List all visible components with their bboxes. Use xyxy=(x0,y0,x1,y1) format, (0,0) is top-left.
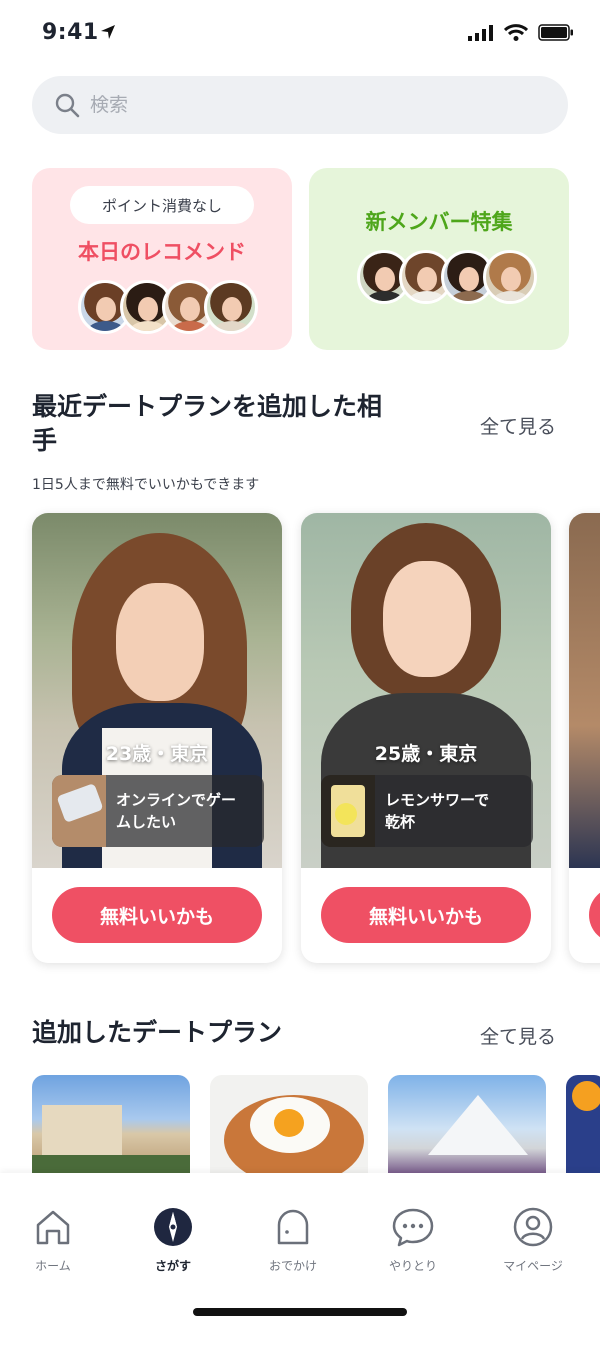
avatar xyxy=(204,280,258,334)
recent-title-line1: 最近デートプランを追加した相 xyxy=(32,392,383,421)
plans-see-all-link[interactable]: 全て見る xyxy=(480,1022,556,1049)
recommend-card[interactable]: ポイント消費なし 本日のレコメンド xyxy=(32,168,292,350)
tab-outing[interactable]: おでかけ xyxy=(243,1207,343,1274)
profile-age-location: 23歳・東京 xyxy=(105,743,209,765)
status-time: 9:41 xyxy=(42,20,99,45)
date-plan-chip: オンラインでゲー ムしたい xyxy=(52,775,264,847)
tab-label: おでかけ xyxy=(268,1259,317,1273)
search-bar[interactable] xyxy=(32,76,568,134)
tab-label: マイページ xyxy=(503,1259,563,1273)
date-plan-thumbnail[interactable] xyxy=(210,1075,368,1173)
tab-home[interactable]: ホーム xyxy=(3,1207,103,1274)
free-like-button[interactable]: 無料いいかも xyxy=(321,887,531,943)
plan-text-line2: 乾杯 xyxy=(385,813,416,831)
chat-icon xyxy=(392,1208,434,1247)
tab-messages[interactable]: やりとり xyxy=(363,1207,463,1274)
recommend-title: 本日のレコメンド xyxy=(78,240,246,264)
date-plan-thumbnail[interactable] xyxy=(32,1075,190,1173)
date-plan-chip: レモンサワーで 乾杯 xyxy=(321,775,533,847)
home-icon xyxy=(36,1210,70,1245)
cellular-signal-icon xyxy=(468,24,493,41)
search-icon xyxy=(55,93,80,118)
recent-title-line2: 手 xyxy=(32,426,58,455)
new-members-title: 新メンバー特集 xyxy=(365,210,513,234)
free-like-button-partial[interactable] xyxy=(589,887,600,943)
avatar xyxy=(483,250,537,304)
recommend-avatars xyxy=(78,280,258,334)
new-members-card[interactable]: 新メンバー特集 xyxy=(309,168,569,350)
battery-icon xyxy=(538,24,573,41)
profile-card-partial[interactable] xyxy=(569,513,600,963)
search-input[interactable] xyxy=(90,94,510,116)
plan-thumbnail xyxy=(321,775,375,847)
plan-text-line2: ムしたい xyxy=(116,813,177,831)
free-like-button[interactable]: 無料いいかも xyxy=(52,887,262,943)
tab-label: さがす xyxy=(154,1259,191,1273)
outing-icon xyxy=(277,1209,309,1245)
profile-card[interactable]: 25歳・東京 レモンサワーで 乾杯 無料いいかも xyxy=(301,513,551,963)
plans-section-title: 追加したデートプラン xyxy=(32,1018,283,1047)
tab-mypage[interactable]: マイページ xyxy=(483,1207,583,1274)
home-indicator xyxy=(193,1308,407,1316)
plan-text: レモンサワーで 乾杯 xyxy=(375,789,497,833)
tab-label: ホーム xyxy=(35,1259,71,1273)
profile-card[interactable]: 23歳・東京 オンラインでゲー ムしたい 無料いいかも xyxy=(32,513,282,963)
location-arrow-icon xyxy=(101,25,115,39)
profile-age-location: 25歳・東京 xyxy=(374,743,478,765)
wifi-icon xyxy=(504,24,528,41)
recent-section-subtitle: 1日5人まで無料でいいかもできます xyxy=(32,477,260,493)
tab-search[interactable]: さがす xyxy=(123,1207,223,1274)
tab-bar: ホーム さがす おでかけ やりとり マイページ xyxy=(0,1173,600,1358)
no-points-badge: ポイント消費なし xyxy=(70,186,254,224)
tab-label: やりとり xyxy=(388,1259,437,1273)
recent-section-title: 最近デートプランを追加した相 手 xyxy=(32,390,452,458)
compass-icon xyxy=(154,1208,192,1246)
status-bar: 9:41 xyxy=(0,0,600,70)
profile-photo xyxy=(569,513,600,868)
recent-see-all-link[interactable]: 全て見る xyxy=(480,412,556,439)
plan-text-line1: オンラインでゲー xyxy=(116,791,237,809)
date-plan-thumbnail[interactable] xyxy=(388,1075,546,1173)
new-members-avatars xyxy=(357,250,537,304)
date-plan-thumbnail[interactable] xyxy=(566,1075,600,1173)
plan-text-line1: レモンサワーで xyxy=(385,791,490,809)
plan-text: オンラインでゲー ムしたい xyxy=(106,789,244,833)
plan-thumbnail xyxy=(52,775,106,847)
user-icon xyxy=(513,1207,553,1247)
